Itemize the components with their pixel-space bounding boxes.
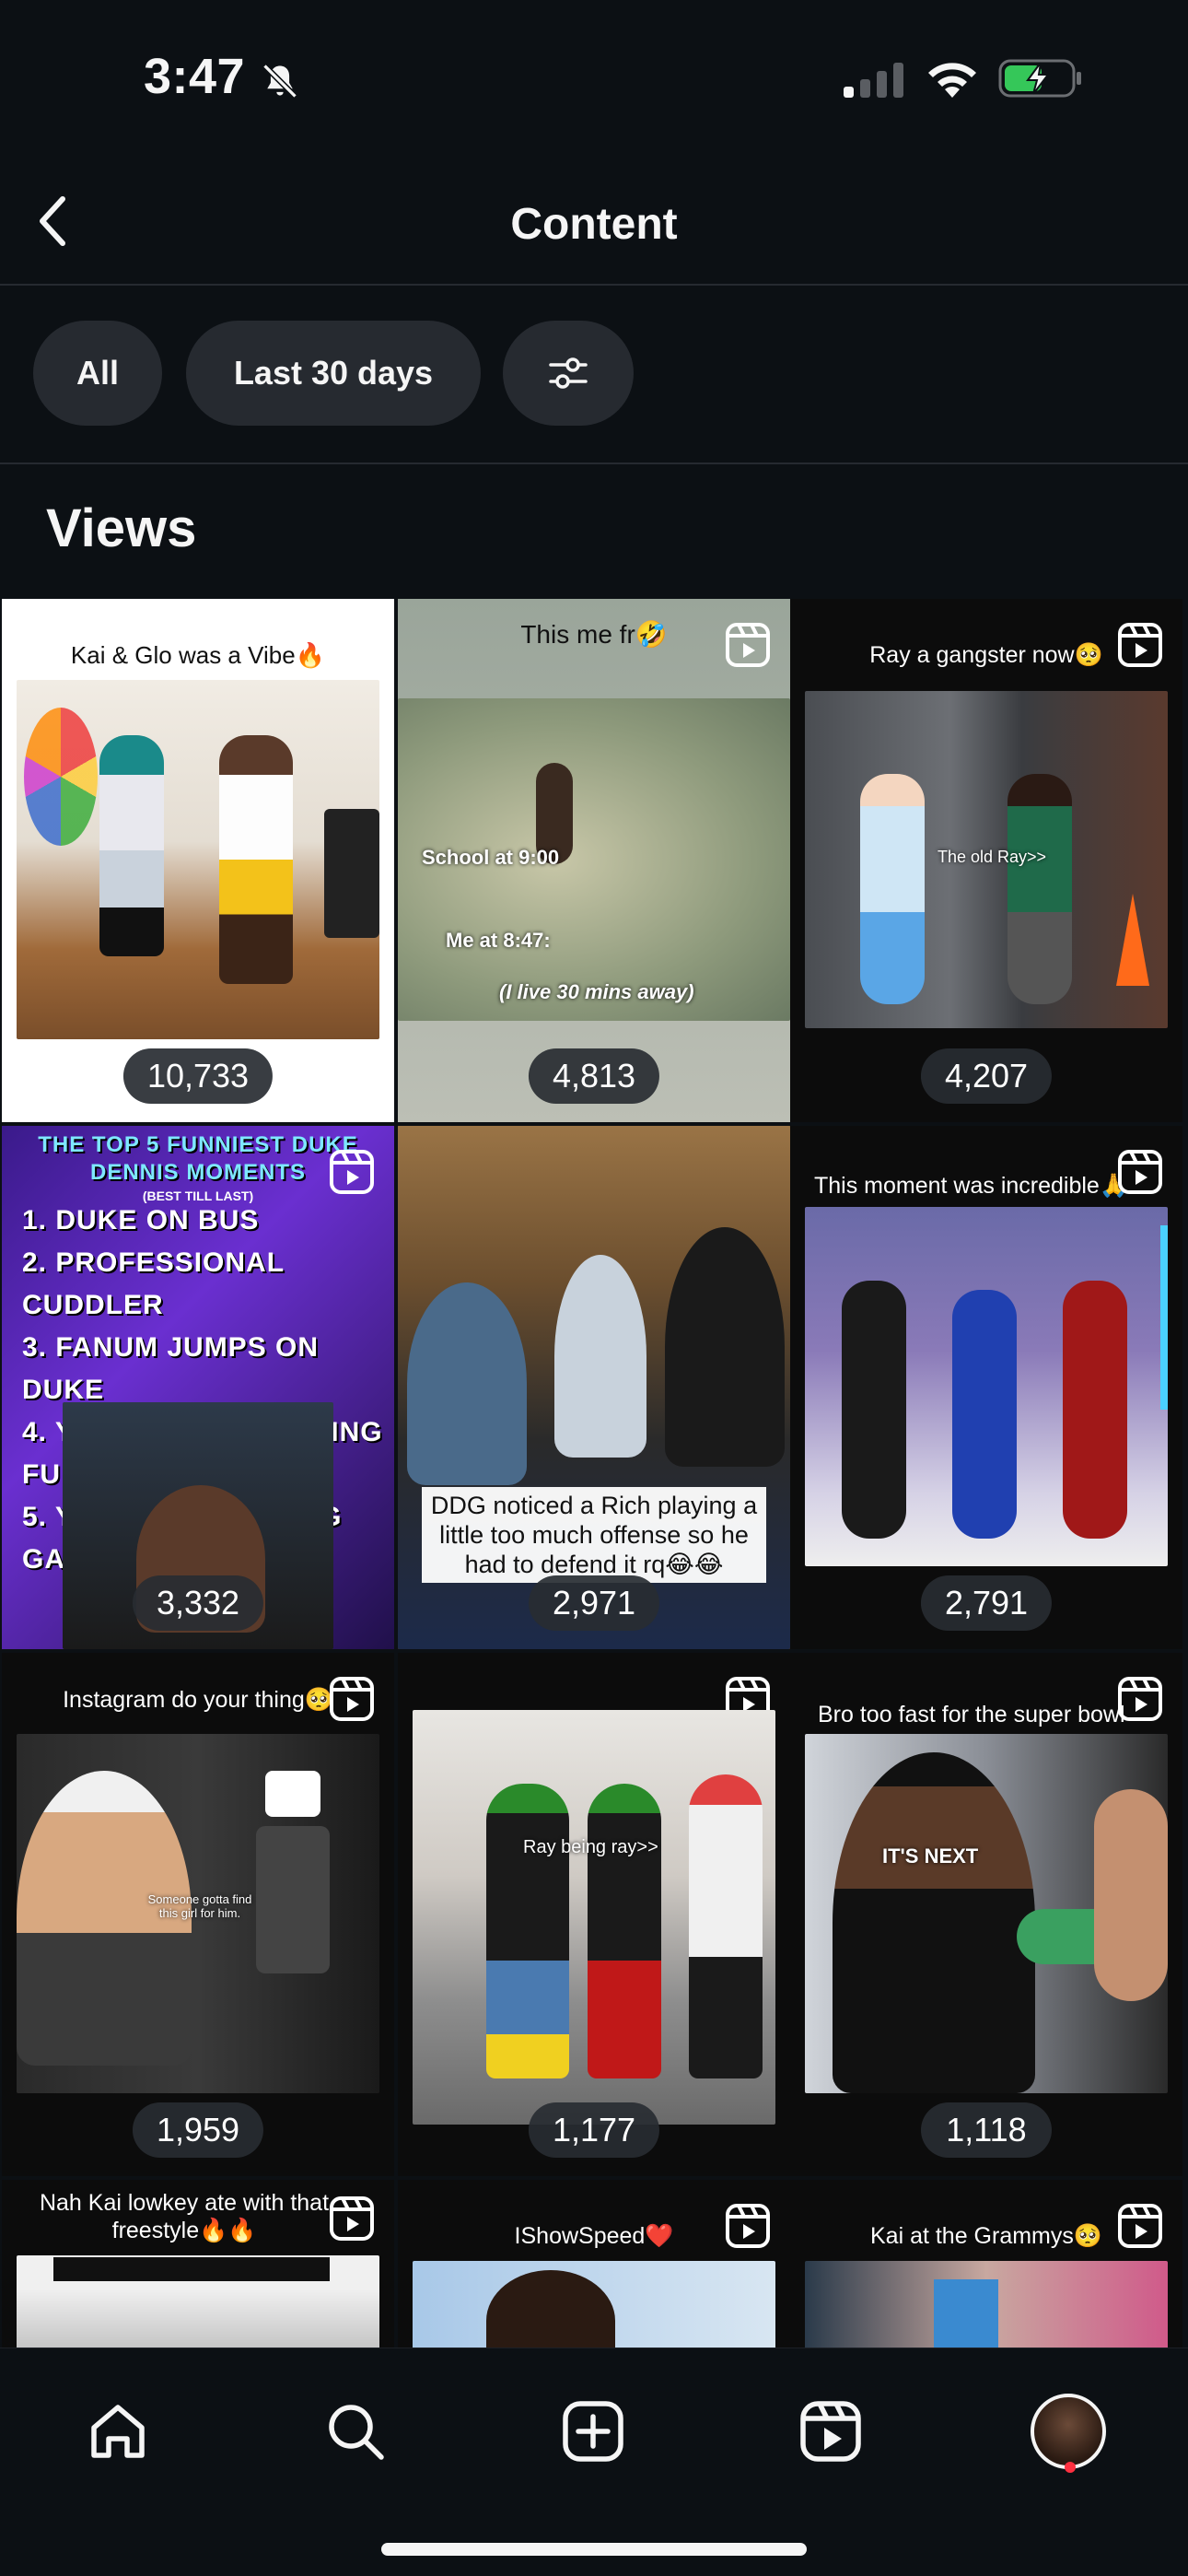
date-range-chip[interactable]: Last 30 days (186, 321, 481, 426)
content-tile[interactable]: DDG noticed a Rich playing a little too … (398, 1126, 790, 1649)
list-item: 3. FANUM JUMPS ON DUKE (22, 1332, 320, 1405)
content-tile[interactable]: Kai at the Grammys🥺 (790, 2180, 1182, 2348)
reels-badge-icon (726, 623, 770, 667)
tile-thumbnail (805, 1734, 1168, 2093)
notification-dot (1065, 2462, 1076, 2473)
create-icon (563, 2401, 623, 2462)
reels-badge-icon (726, 2204, 770, 2248)
view-count: 4,207 (920, 1048, 1053, 1104)
overlay-text: Someone gotta find this girl for him. (147, 1892, 252, 1920)
home-indicator[interactable] (381, 2543, 807, 2556)
tile-thumbnail (413, 2261, 775, 2348)
tab-create[interactable] (547, 2385, 639, 2477)
content-tile[interactable]: Kai & Glo was a Vibe🔥 10,733 (2, 599, 394, 1122)
search-icon (329, 2405, 384, 2460)
filter-all-chip[interactable]: All (33, 321, 162, 426)
content-tile[interactable]: THE TOP 5 FUNNIEST DUKE DENNIS MOMENTS (… (2, 1126, 394, 1649)
reels-badge-icon (330, 1677, 374, 1721)
bell-slash-icon (262, 64, 297, 99)
status-bar: 3:47 (0, 0, 1188, 157)
tab-search[interactable] (309, 2385, 402, 2477)
content-tile[interactable]: Nah Kai lowkey ate with that freestyle🔥🔥 (2, 2180, 394, 2348)
tab-bar (0, 2348, 1188, 2576)
tile-caption: Kai & Glo was a Vibe🔥 (70, 641, 326, 669)
content-tile[interactable]: IShowSpeed❤️ (398, 2180, 790, 2348)
tile-thumbnail (805, 2261, 1168, 2348)
wifi-icon (928, 63, 976, 98)
view-count: 2,791 (920, 1575, 1053, 1631)
header: Content (0, 157, 1188, 286)
tile-thumbnail (805, 1207, 1168, 1566)
view-count: 1,177 (528, 2102, 660, 2158)
list-item: 2. PROFESSIONAL CUDDLER (22, 1247, 285, 1320)
overlay-text: School at 9:00 (422, 846, 560, 869)
reels-badge-icon (1118, 623, 1162, 667)
content-tile[interactable]: Ray being ray>> 1,177 (398, 1653, 790, 2176)
content-grid: Kai & Glo was a Vibe🔥 10,733 This me fr🤣… (0, 599, 1188, 2348)
content-tile[interactable]: Ray a gangster now🥺 The old Ray>> 4,207 (790, 599, 1182, 1122)
reels-badge-icon (330, 2196, 374, 2241)
reels-badge-icon (1118, 1677, 1162, 1721)
tab-home[interactable] (72, 2385, 164, 2477)
content-tile[interactable]: Bro too fast for the super bowl IT'S NEX… (790, 1653, 1182, 2176)
tab-reels[interactable] (785, 2385, 877, 2477)
reels-icon (800, 2401, 861, 2462)
sliders-icon (549, 357, 588, 389)
content-tile[interactable]: This moment was incredible🙏 2,791 (790, 1126, 1182, 1649)
view-count: 1,959 (132, 2102, 264, 2158)
cellular-signal-icon (844, 63, 903, 98)
page-title: Content (510, 200, 678, 249)
tile-caption: DDG noticed a Rich playing a little too … (422, 1487, 766, 1583)
filter-bar: All Last 30 days (0, 286, 1188, 464)
overlay-text: The old Ray>> (938, 848, 1047, 866)
content-tile[interactable]: Instagram do your thing🥺 Someone gotta f… (2, 1653, 394, 2176)
tile-thumbnail (17, 680, 379, 1039)
tile-thumbnail (413, 1710, 775, 2125)
battery-charging-icon (998, 59, 1081, 98)
list-item: 1. DUKE ON BUS (22, 1205, 260, 1235)
overlay-text: Me at 8:47: (446, 929, 551, 952)
reels-badge-icon (1118, 1150, 1162, 1194)
status-time: 3:47 (144, 49, 246, 104)
reels-badge-icon (1118, 2204, 1162, 2248)
home-icon (91, 2405, 145, 2458)
reels-badge-icon (330, 1150, 374, 1194)
overlay-text: IT'S NEXT (882, 1844, 979, 1868)
view-count: 4,813 (528, 1048, 660, 1104)
view-count: 10,733 (122, 1048, 274, 1104)
view-count: 1,118 (921, 2102, 1052, 2158)
tile-thumbnail (17, 2255, 379, 2348)
overlay-text: (I live 30 mins away) (499, 980, 694, 1003)
section-title: Views (46, 498, 197, 558)
content-tile[interactable]: This me fr🤣 School at 9:00 Me at 8:47: (… (398, 599, 790, 1122)
profile-avatar (1031, 2394, 1106, 2469)
filter-settings-button[interactable] (503, 321, 634, 426)
view-count: 3,332 (132, 1575, 264, 1631)
overlay-text: Ray being ray>> (523, 1837, 658, 1857)
view-count: 2,971 (528, 1575, 660, 1631)
